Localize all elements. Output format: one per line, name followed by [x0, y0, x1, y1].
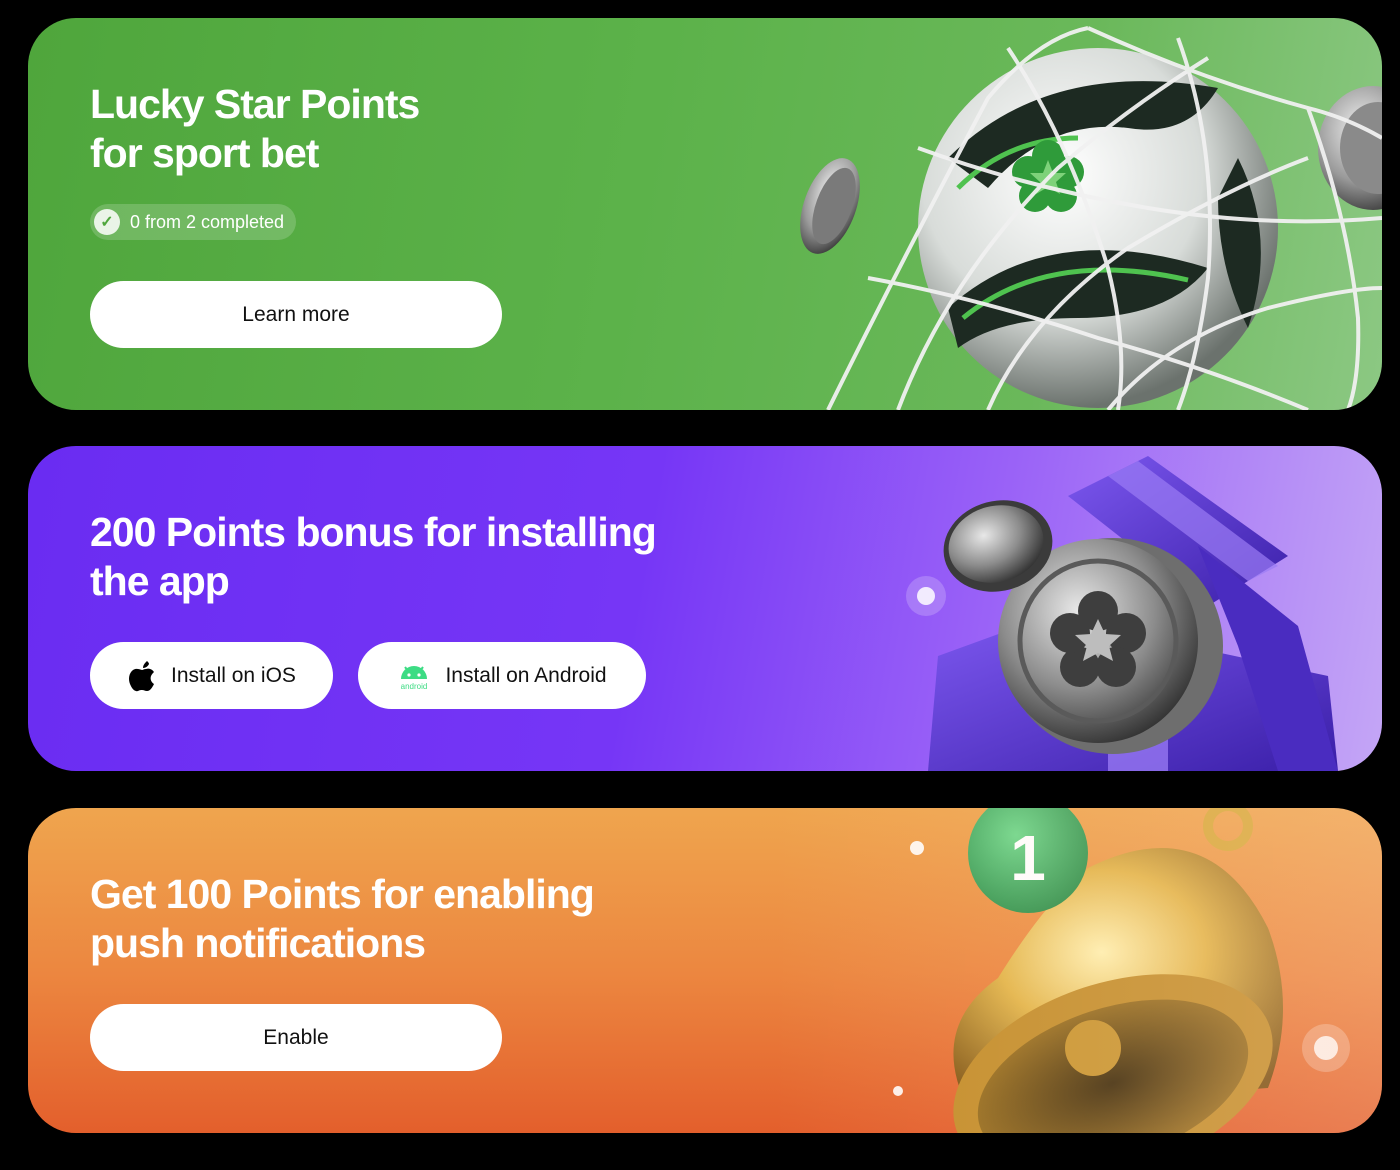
push-notifications-card: Get 100 Points for enabling push notific…	[28, 808, 1382, 1133]
enable-label: Enable	[263, 1025, 329, 1049]
install-app-bonus-card: 200 Points bonus for installing the app …	[28, 446, 1382, 771]
progress-text: 0 from 2 completed	[130, 211, 285, 232]
install-android-label: Install on Android	[445, 663, 607, 687]
coins-gift-box-image	[906, 456, 1338, 771]
sport-bet-points-card: Lucky Star Points for sport bet ✓ 0 from…	[28, 18, 1382, 410]
install-ios-button[interactable]: Install on iOS	[90, 642, 333, 709]
bell-icon: 1	[893, 808, 1350, 1133]
progress-badge: ✓ 0 from 2 completed	[90, 204, 297, 240]
soccer-ball-in-net-image	[800, 26, 1382, 410]
card-title: Get 100 Points for enabling push notific…	[90, 871, 595, 966]
enable-button[interactable]: Enable	[90, 1004, 502, 1071]
learn-more-button[interactable]: Learn more	[90, 281, 502, 348]
android-icon: android	[401, 665, 428, 691]
learn-more-label: Learn more	[242, 302, 350, 326]
coin-icon	[800, 158, 860, 254]
card-title: 200 Points bonus for installing the app	[90, 509, 657, 604]
notification-count: 1	[1010, 822, 1046, 894]
card-title: Lucky Star Points for sport bet	[90, 81, 420, 176]
install-ios-label: Install on iOS	[171, 663, 296, 687]
check-icon: ✓	[94, 209, 120, 235]
install-android-button[interactable]: android Install on Android	[358, 642, 646, 709]
svg-text:android: android	[401, 682, 428, 691]
apple-icon	[129, 660, 155, 691]
